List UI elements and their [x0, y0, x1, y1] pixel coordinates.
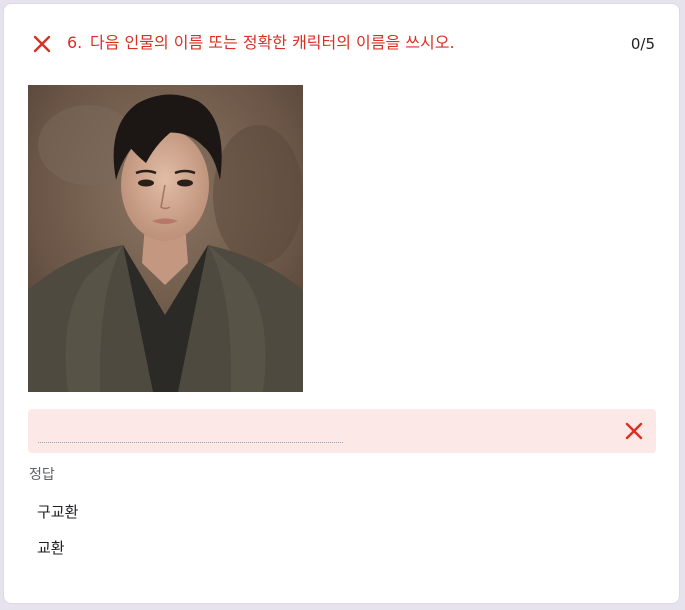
correct-answer-item: 구교환 — [37, 503, 79, 521]
answer-input-box[interactable] — [28, 409, 656, 453]
incorrect-answer-x-icon — [625, 422, 643, 440]
question-score: 0/5 — [630, 35, 655, 53]
incorrect-x-icon — [33, 35, 51, 53]
answer-underline — [38, 442, 343, 443]
question-header: 6. 다음 인물의 이름 또는 정확한 캐릭터의 이름을 쓰시오. 0/5 — [4, 4, 679, 84]
question-title: 다음 인물의 이름 또는 정확한 캐릭터의 이름을 쓰시오. — [90, 33, 455, 52]
question-number: 6. — [67, 33, 83, 52]
question-card: 6. 다음 인물의 이름 또는 정확한 캐릭터의 이름을 쓰시오. 0/5 정답… — [3, 3, 680, 604]
correct-answer-item: 교환 — [37, 539, 65, 557]
correct-answer-label: 정답 — [29, 467, 55, 483]
question-photo — [28, 85, 303, 392]
